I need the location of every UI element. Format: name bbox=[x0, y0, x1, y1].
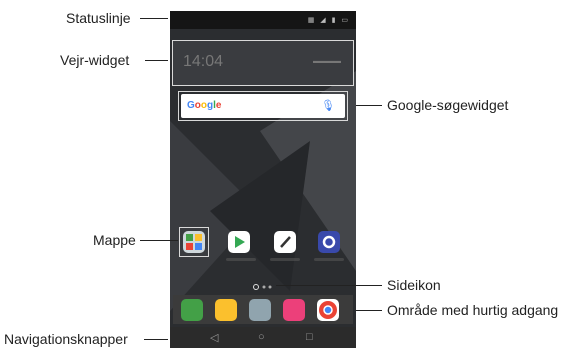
app-label bbox=[314, 258, 344, 261]
nav-buttons-line bbox=[144, 339, 168, 340]
notes-icon[interactable] bbox=[274, 231, 296, 253]
page-indicator bbox=[253, 284, 272, 290]
search-highlight bbox=[178, 91, 348, 121]
gallery-icon[interactable] bbox=[283, 299, 305, 321]
play-store-icon[interactable] bbox=[228, 231, 250, 253]
app-label bbox=[270, 258, 300, 261]
quick-access-line bbox=[356, 310, 382, 311]
search-widget-label: Google-søgewidget bbox=[387, 97, 509, 113]
status-icons: ▦ ◢ ▮ ▭ bbox=[307, 17, 350, 24]
status-bar-label: Statuslinje bbox=[66, 10, 131, 26]
folder-label: Mappe bbox=[93, 232, 136, 248]
status-bar-line bbox=[140, 18, 168, 19]
weather-highlight bbox=[172, 40, 354, 86]
recents-button[interactable]: □ bbox=[306, 331, 313, 343]
home-button[interactable]: ○ bbox=[258, 331, 265, 343]
navigation-bar: ◁ ○ □ bbox=[170, 327, 356, 348]
chrome-icon[interactable] bbox=[317, 299, 339, 321]
weather-widget-label: Vejr-widget bbox=[60, 52, 130, 68]
app-label bbox=[226, 258, 256, 261]
status-bar: ▦ ◢ ▮ ▭ bbox=[170, 11, 356, 29]
phone-screen: ▦ ◢ ▮ ▭ 14:04 ▬▬▬▬ Google 🎙 ◁ ○ □ bbox=[170, 11, 356, 348]
folder-line bbox=[140, 240, 178, 241]
quick-access-area bbox=[173, 295, 353, 324]
page-icon-line bbox=[276, 285, 382, 286]
search-widget-line bbox=[356, 105, 382, 106]
camera-icon[interactable] bbox=[249, 299, 271, 321]
phone-icon[interactable] bbox=[181, 299, 203, 321]
back-button[interactable]: ◁ bbox=[210, 331, 218, 344]
folder-highlight bbox=[179, 227, 209, 257]
settings-icon[interactable] bbox=[318, 231, 340, 253]
nav-buttons-label: Navigationsknapper bbox=[4, 331, 128, 347]
quick-access-label: Område med hurtig adgang bbox=[387, 302, 559, 318]
weather-widget-line bbox=[145, 60, 168, 61]
messages-icon[interactable] bbox=[215, 299, 237, 321]
page-icon-label: Sideikon bbox=[387, 277, 441, 293]
